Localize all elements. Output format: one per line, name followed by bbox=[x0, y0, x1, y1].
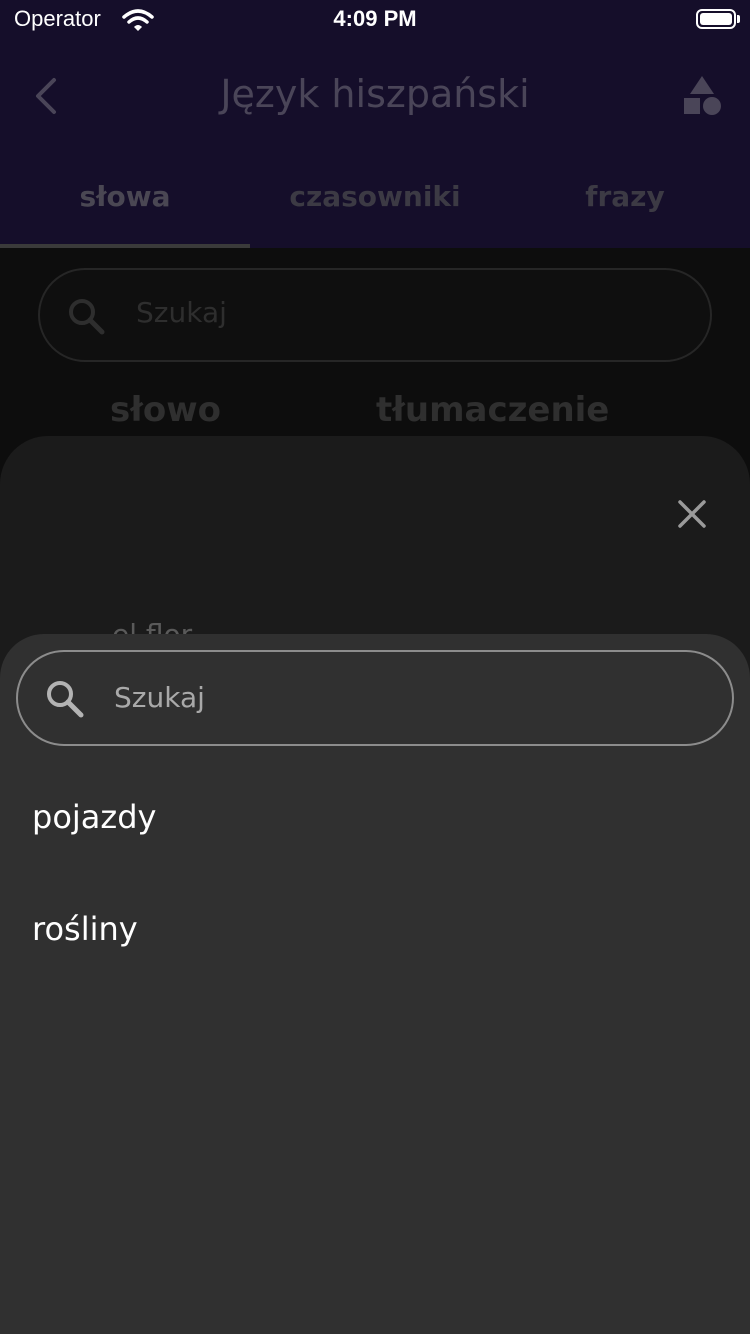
column-header-word: słowo bbox=[110, 390, 221, 430]
category-option-pojazdy[interactable]: pojazdy bbox=[32, 798, 156, 836]
tab-words[interactable]: słowa bbox=[0, 180, 250, 213]
tab-phrases[interactable]: frazy bbox=[500, 180, 750, 213]
background-search-field: Szukaj bbox=[38, 268, 712, 362]
column-header-translation: tłumaczenie bbox=[376, 390, 610, 430]
battery-icon bbox=[696, 9, 736, 29]
search-icon bbox=[66, 296, 106, 340]
shapes-icon[interactable] bbox=[680, 74, 724, 118]
clock: 4:09 PM bbox=[333, 6, 417, 31]
category-picker-sheet: pojazdy rośliny bbox=[0, 634, 750, 1334]
app-bar: Język hiszpański słowa czasowniki frazy bbox=[0, 44, 750, 248]
category-search-field[interactable] bbox=[16, 650, 734, 746]
category-option-rosliny[interactable]: rośliny bbox=[32, 910, 138, 948]
search-icon bbox=[44, 678, 86, 724]
battery-tip bbox=[737, 15, 740, 23]
tab-bar: słowa czasowniki frazy bbox=[0, 172, 750, 224]
status-bar: Operator 4:09 PM bbox=[0, 0, 750, 44]
background-search-placeholder: Szukaj bbox=[136, 296, 227, 329]
category-search-input[interactable] bbox=[112, 674, 696, 720]
close-icon[interactable] bbox=[674, 496, 710, 532]
tab-verbs[interactable]: czasowniki bbox=[250, 180, 500, 213]
tab-indicator bbox=[0, 244, 250, 248]
page-title: Język hiszpański bbox=[220, 72, 530, 116]
